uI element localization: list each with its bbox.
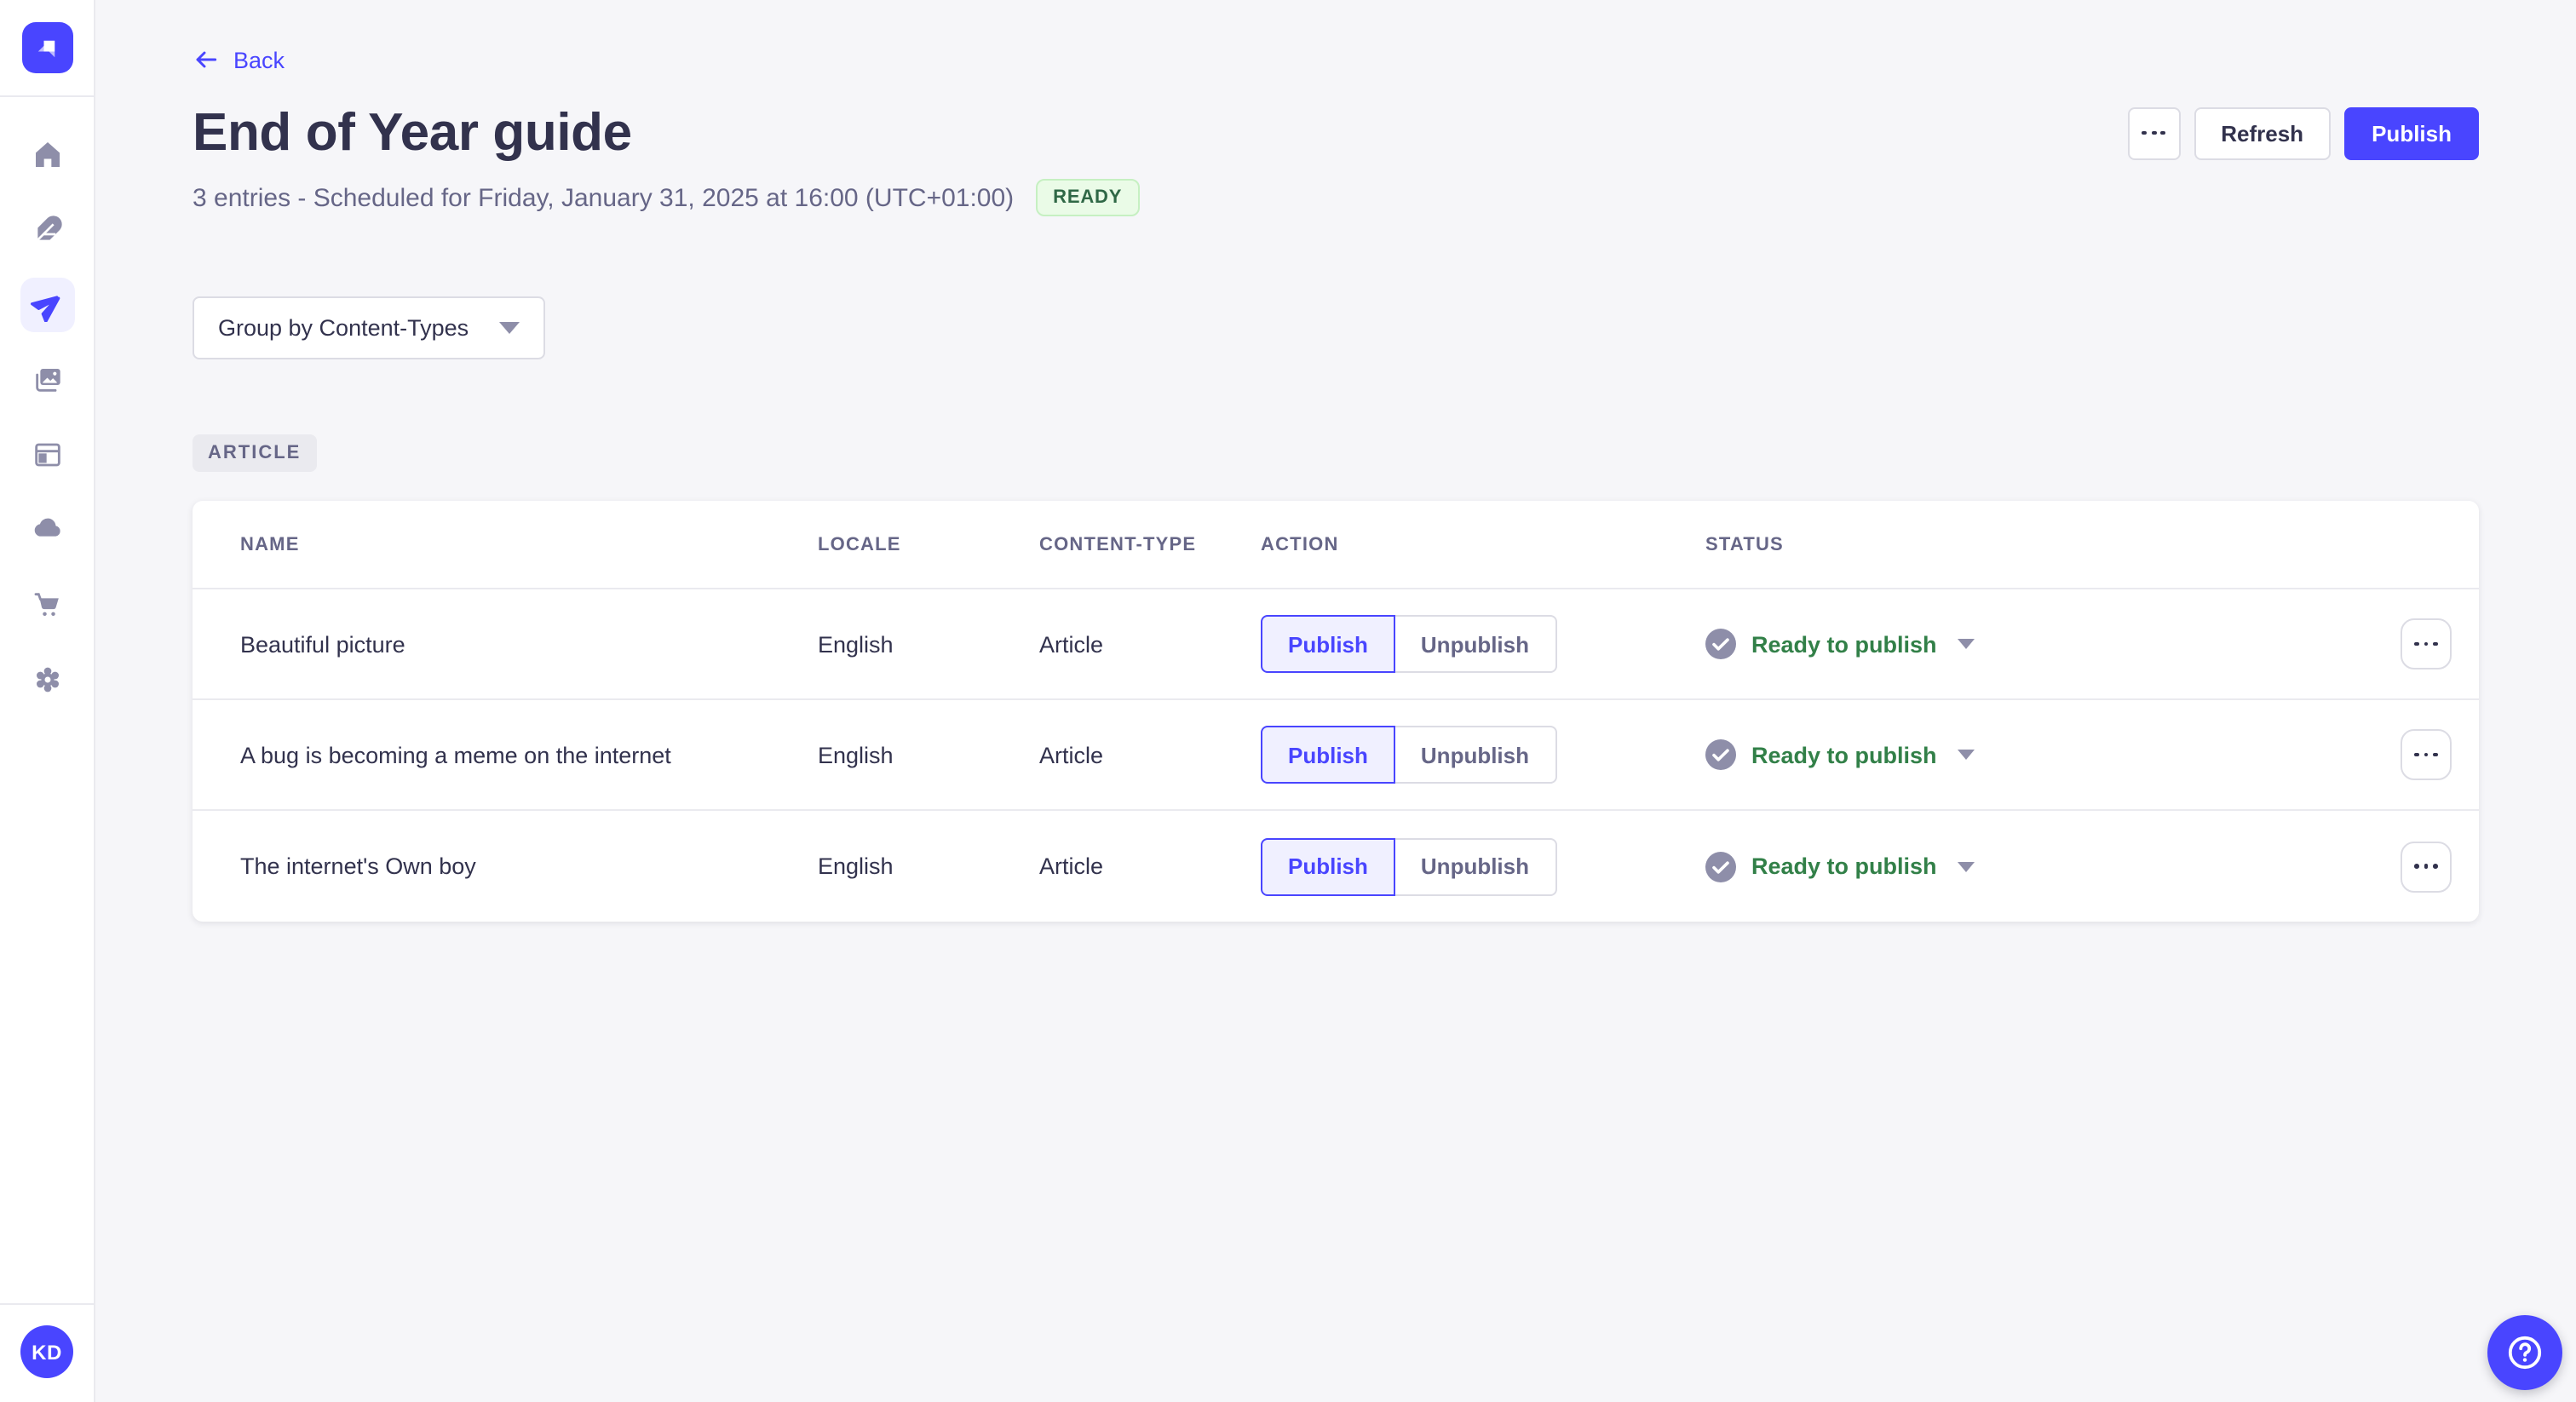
status-label: Ready to publish (1751, 853, 1937, 879)
chevron-down-icon (499, 322, 520, 334)
check-circle-icon (1705, 629, 1736, 659)
action-segmented-control: Publish Unpublish (1261, 837, 1705, 895)
column-header-status: STATUS (1705, 534, 1784, 554)
publish-action-button[interactable]: Publish (1261, 615, 1395, 673)
group-by-select[interactable]: Group by Content-Types (193, 296, 546, 359)
arrow-left-icon (196, 51, 217, 68)
entry-locale: English (818, 853, 894, 879)
entries-table: NAME LOCALE CONTENT-TYPE ACTION STATUS B… (193, 501, 2479, 922)
chevron-down-icon (1957, 639, 1975, 649)
sidebar-item-deploy[interactable] (20, 503, 74, 557)
sidebar-item-settings[interactable] (20, 652, 74, 707)
entry-name: The internet's Own boy (240, 853, 476, 879)
sidebar-nav (20, 107, 74, 707)
column-header-name: NAME (240, 534, 300, 554)
refresh-button[interactable]: Refresh (2194, 106, 2332, 159)
back-link[interactable]: Back (193, 46, 285, 73)
status-dropdown[interactable]: Ready to publish (1705, 739, 2346, 770)
chevron-down-icon (1957, 861, 1975, 871)
status-label: Ready to publish (1751, 631, 1937, 657)
question-mark-icon (2508, 1336, 2542, 1370)
gear-icon (36, 667, 58, 692)
cart-icon (33, 593, 58, 617)
strapi-logo[interactable] (21, 22, 72, 73)
user-avatar[interactable]: KD (20, 1325, 73, 1378)
status-label: Ready to publish (1751, 742, 1937, 767)
row-more-button[interactable] (2401, 841, 2452, 892)
help-button[interactable] (2487, 1315, 2562, 1390)
entry-name: Beautiful picture (240, 631, 405, 657)
action-segmented-control: Publish Unpublish (1261, 615, 1705, 673)
release-subtitle: 3 entries - Scheduled for Friday, Januar… (193, 183, 1015, 212)
status-dropdown[interactable]: Ready to publish (1705, 851, 2346, 882)
images-icon (35, 369, 60, 392)
publish-action-button[interactable]: Publish (1261, 837, 1395, 895)
sidebar-divider (0, 1303, 95, 1305)
sidebar-item-content-type-builder[interactable] (20, 428, 74, 482)
status-dropdown[interactable]: Ready to publish (1705, 629, 2346, 659)
check-circle-icon (1705, 851, 1736, 882)
app-window: KD Back End of Year guide Refresh Publis… (0, 0, 2576, 1402)
column-header-locale: LOCALE (818, 534, 901, 554)
entry-content-type: Article (1039, 631, 1104, 657)
table-row: Beautiful picture English Article Publis… (193, 589, 2479, 700)
main-content: Back End of Year guide Refresh Publish 3… (95, 0, 2576, 1402)
sidebar-item-media-library[interactable] (20, 353, 74, 407)
publish-action-button[interactable]: Publish (1261, 726, 1395, 784)
sidebar-item-content-manager[interactable] (20, 203, 74, 257)
ellipsis-icon (2142, 130, 2165, 135)
entry-name: A bug is becoming a meme on the internet (240, 742, 671, 767)
sidebar-item-marketplace[interactable] (20, 577, 74, 632)
sidebar-divider (0, 95, 95, 97)
header-actions: Refresh Publish (2127, 106, 2479, 159)
row-more-button[interactable] (2401, 618, 2452, 669)
ellipsis-icon (2414, 641, 2438, 646)
publish-release-button[interactable]: Publish (2344, 106, 2479, 159)
content-type-group-badge: ARTICLE (193, 434, 317, 472)
row-more-button[interactable] (2401, 729, 2452, 780)
cloud-icon (33, 518, 60, 537)
entry-content-type: Article (1039, 742, 1104, 767)
home-icon (35, 142, 59, 167)
table-header-row: NAME LOCALE CONTENT-TYPE ACTION STATUS (193, 501, 2479, 589)
table-row: The internet's Own boy English Article P… (193, 811, 2479, 922)
group-by-label: Group by Content-Types (218, 315, 469, 341)
entry-content-type: Article (1039, 853, 1104, 879)
feather-icon (33, 215, 61, 244)
column-header-content-type: CONTENT-TYPE (1039, 534, 1197, 554)
unpublish-action-button[interactable]: Unpublish (1394, 837, 1556, 895)
ellipsis-icon (2414, 864, 2438, 869)
release-more-button[interactable] (2127, 106, 2181, 159)
sidebar-bottom: KD (0, 1303, 95, 1402)
paper-plane-icon (30, 296, 60, 322)
action-segmented-control: Publish Unpublish (1261, 726, 1705, 784)
sidebar-item-home[interactable] (20, 128, 74, 182)
table-row: A bug is becoming a meme on the internet… (193, 700, 2479, 811)
layout-icon (34, 443, 60, 467)
chevron-down-icon (1957, 750, 1975, 760)
column-header-action: ACTION (1261, 534, 1339, 554)
check-circle-icon (1705, 739, 1736, 770)
ellipsis-icon (2414, 752, 2438, 757)
unpublish-action-button[interactable]: Unpublish (1394, 726, 1556, 784)
status-badge: READY (1036, 179, 1140, 216)
entry-locale: English (818, 631, 894, 657)
sidebar: KD (0, 0, 95, 1402)
entry-locale: English (818, 742, 894, 767)
strapi-logo-icon (37, 40, 55, 58)
page-title: End of Year guide (193, 102, 632, 162)
back-label: Back (233, 47, 285, 72)
sidebar-item-releases[interactable] (20, 278, 74, 332)
unpublish-action-button[interactable]: Unpublish (1394, 615, 1556, 673)
